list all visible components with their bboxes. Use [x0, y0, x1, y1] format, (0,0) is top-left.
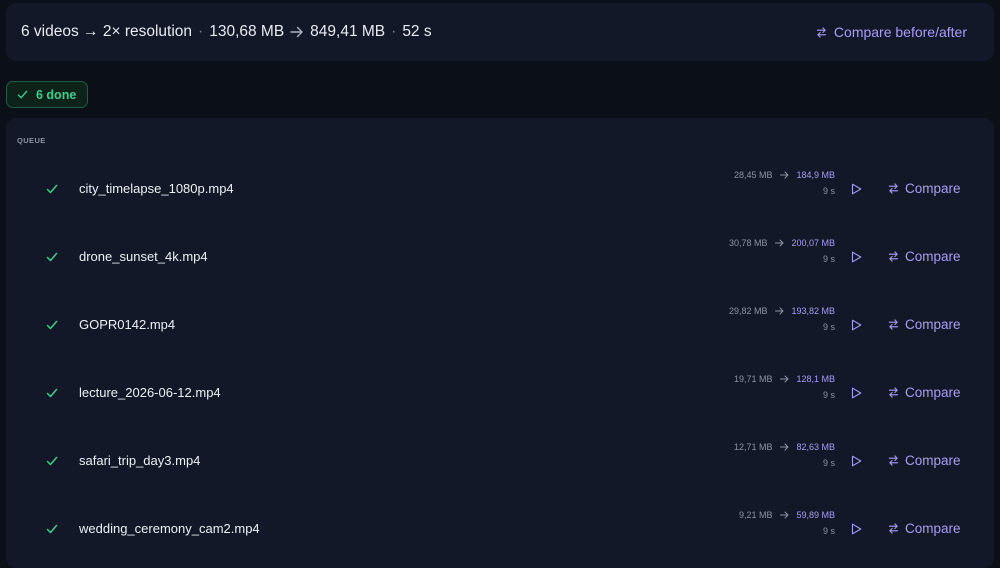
compare-button[interactable]: Compare	[888, 249, 961, 264]
processing-time: 9 s	[822, 254, 835, 264]
file-sizes: 29,82 MB 193,82 MB	[729, 306, 835, 316]
processing-time: 9 s	[822, 458, 835, 468]
arrow-right-icon	[290, 26, 303, 38]
compare-button[interactable]: Compare	[888, 181, 961, 196]
size-after: 82,63 MB	[796, 442, 835, 452]
size-before: 19,71 MB	[733, 374, 773, 384]
queue-row: drone_sunset_4k.mp4 30,78 MB 200,07 MB 9 s C…	[6, 235, 994, 279]
queue-heading: QUEUE	[17, 136, 46, 145]
compare-button[interactable]: Compare	[888, 317, 961, 332]
compare-label: Compare	[905, 521, 961, 536]
file-name: GOPR0142.mp4	[79, 317, 176, 332]
play-icon[interactable]	[851, 183, 862, 195]
file-sizes: 28,45 MB 184,9 MB	[734, 170, 835, 180]
queue-panel: QUEUE city_timelapse_1080p.mp4 28,45 MB 18…	[6, 118, 994, 568]
check-icon	[17, 90, 28, 99]
arrow-right-icon	[780, 443, 789, 451]
play-icon[interactable]	[851, 387, 862, 399]
separator-dot: ·	[391, 23, 397, 40]
file-name: drone_sunset_4k.mp4	[79, 249, 208, 264]
size-before: 30,78 MB	[728, 238, 768, 248]
swap-arrows-icon	[888, 523, 899, 534]
size-before: 12,71 MB	[733, 442, 773, 452]
arrow-right-icon	[780, 511, 789, 519]
compare-label: Compare	[905, 453, 961, 468]
status-badge: 6 done	[6, 81, 89, 108]
separator-dot: ·	[198, 23, 204, 40]
size-before: 29,82 MB	[728, 306, 768, 316]
compare-button[interactable]: Compare	[888, 385, 961, 400]
size-before: 28,45 MB	[733, 170, 773, 180]
file-sizes: 30,78 MB 200,07 MB	[729, 238, 835, 248]
compare-label: Compare	[905, 385, 961, 400]
swap-arrows-icon	[888, 319, 899, 330]
arrow-right-icon	[780, 171, 789, 179]
check-icon	[46, 252, 58, 262]
size-after: 59,89 MB	[796, 510, 835, 520]
queue-row: safari_trip_day3.mp4 12,71 MB 82,63 MB 9 s C…	[6, 439, 994, 483]
queue-row: city_timelapse_1080p.mp4 28,45 MB 184,9 MB…	[6, 167, 994, 211]
swap-arrows-icon	[816, 26, 827, 38]
file-sizes: 19,71 MB 128,1 MB	[734, 374, 835, 384]
queue-row: lecture_2026-06-12.mp4 19,71 MB 128,1 MB 9 …	[6, 371, 994, 415]
arrow-right-icon	[775, 307, 784, 315]
play-icon[interactable]	[851, 251, 862, 263]
status-badge-label: 6 done	[36, 87, 77, 102]
compare-label: Compare	[905, 181, 961, 196]
compare-label: Compare	[905, 249, 961, 264]
summary-bar: 6 videos → 2× resolution · 130,68 MB 849…	[6, 3, 994, 61]
arrow-right-icon	[775, 239, 784, 247]
summary-duration: 52 s	[402, 23, 432, 40]
file-name: safari_trip_day3.mp4	[79, 453, 201, 468]
swap-arrows-icon	[888, 455, 899, 466]
check-icon	[46, 388, 58, 398]
size-after: 128,1 MB	[796, 374, 835, 384]
swap-arrows-icon	[888, 183, 899, 194]
summary-size-before: 130,68 MB	[209, 23, 285, 40]
check-icon	[46, 320, 58, 330]
file-name: lecture_2026-06-12.mp4	[79, 385, 221, 400]
processing-time: 9 s	[822, 390, 835, 400]
queue-row: wedding_ceremony_cam2.mp4 9,21 MB 59,89 MB…	[6, 507, 994, 551]
file-name: city_timelapse_1080p.mp4	[79, 181, 234, 196]
swap-arrows-icon	[888, 387, 899, 398]
compare-button[interactable]: Compare	[888, 453, 961, 468]
file-sizes: 12,71 MB 82,63 MB	[734, 442, 835, 452]
play-icon[interactable]	[851, 455, 862, 467]
swap-arrows-icon	[888, 251, 899, 262]
compare-before-after-label: Compare before/after	[833, 24, 967, 40]
processing-time: 9 s	[822, 186, 835, 196]
summary-text: 6 videos → 2× resolution · 130,68 MB 849…	[21, 23, 432, 41]
compare-before-after-button[interactable]: Compare before/after	[816, 24, 967, 40]
arrow-right-icon	[780, 375, 789, 383]
file-sizes: 9,21 MB 59,89 MB	[739, 510, 835, 520]
file-name: wedding_ceremony_cam2.mp4	[79, 521, 260, 536]
summary-videos: 6 videos → 2× resolution	[21, 23, 193, 40]
play-icon[interactable]	[851, 319, 862, 331]
check-icon	[46, 456, 58, 466]
size-after: 193,82 MB	[791, 306, 835, 316]
summary-size-after: 849,41 MB	[310, 23, 386, 40]
compare-button[interactable]: Compare	[888, 521, 961, 536]
processing-time: 9 s	[822, 526, 835, 536]
play-icon[interactable]	[851, 523, 862, 535]
processing-time: 9 s	[822, 322, 835, 332]
size-after: 184,9 MB	[796, 170, 835, 180]
check-icon	[46, 524, 58, 534]
compare-label: Compare	[905, 317, 961, 332]
size-before: 9,21 MB	[738, 510, 773, 520]
size-after: 200,07 MB	[791, 238, 835, 248]
check-icon	[46, 184, 58, 194]
queue-row: GOPR0142.mp4 29,82 MB 193,82 MB 9 s Compare	[6, 303, 994, 347]
